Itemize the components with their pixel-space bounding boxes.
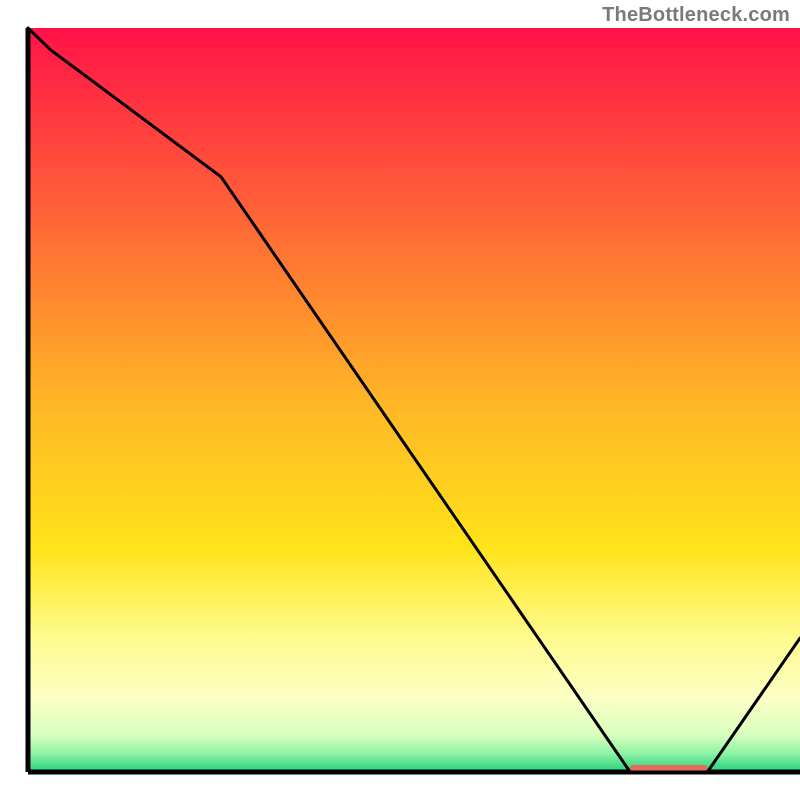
bottleneck-chart: TheBottleneck.com — [0, 0, 800, 800]
chart-svg — [0, 0, 800, 800]
watermark-text: TheBottleneck.com — [602, 4, 790, 27]
gradient-background — [28, 28, 800, 772]
